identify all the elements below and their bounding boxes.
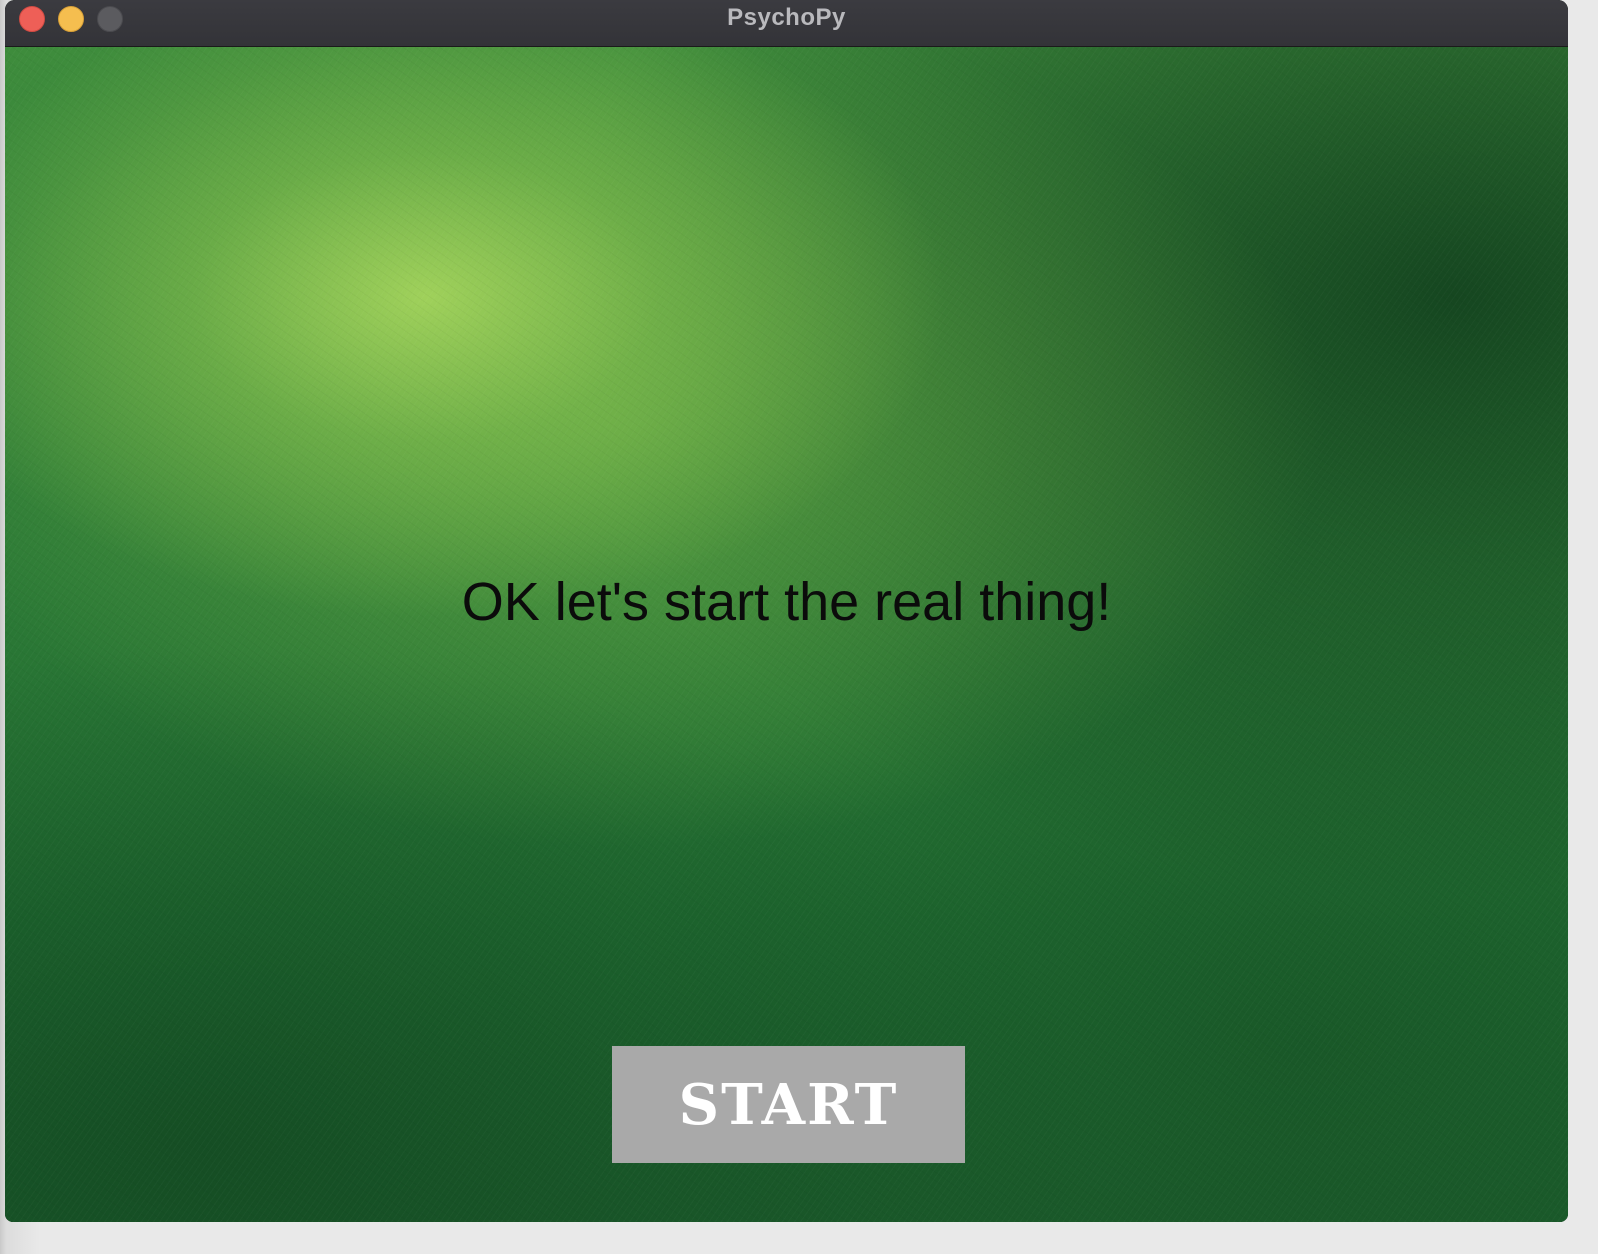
experiment-stage: OK let's start the real thing! START [5,47,1568,1222]
start-button[interactable]: START [612,1046,965,1163]
window-title: PsychoPy [727,4,846,31]
start-button-label: START [678,1071,899,1138]
psychopy-window: PsychoPy OK let's start the real thing! … [5,0,1568,1222]
title-bar[interactable]: PsychoPy [5,0,1568,47]
instruction-message: OK let's start the real thing! [461,572,1112,632]
